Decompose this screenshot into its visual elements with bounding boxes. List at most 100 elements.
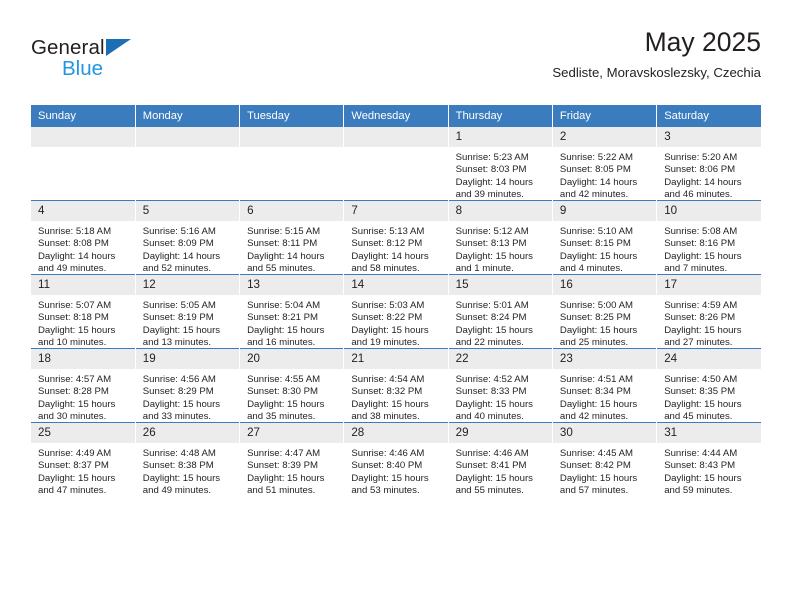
daylight-text: Daylight: 15 hours and 7 minutes. — [664, 250, 742, 275]
daylight-text: Daylight: 15 hours and 22 minutes. — [455, 324, 533, 349]
daylight-text: Daylight: 15 hours and 27 minutes. — [664, 324, 742, 349]
calendar-day-cell[interactable]: 1 Sunrise: 5:23 AM Sunset: 8:03 PM Daylight… — [448, 127, 553, 201]
sunset-text: Sunset: 8:29 PM — [142, 386, 214, 398]
day-cell: 1 Sunrise: 5:23 AM Sunset: 8:03 PM Daylight… — [448, 127, 552, 201]
calendar-week-row: 25 Sunrise: 4:49 AM Sunset: 8:37 PM Dayligh… — [31, 422, 761, 498]
sunset-text: Sunset: 8:42 PM — [559, 460, 631, 472]
day-number: 21 — [344, 349, 448, 369]
sunrise-text: Sunrise: 5:03 AM — [351, 300, 425, 311]
calendar-day-cell[interactable]: 2 Sunrise: 5:22 AM Sunset: 8:05 PM Daylight… — [552, 127, 658, 201]
calendar-day-cell[interactable]: 15 Sunrise: 5:01 AM Sunset: 8:24 PM Dayligh… — [448, 274, 553, 349]
daylight-text: Daylight: 14 hours and 42 minutes. — [559, 176, 638, 201]
sunset-text: Sunset: 8:15 PM — [559, 238, 631, 250]
daylight-text: Daylight: 15 hours and 19 minutes. — [351, 324, 429, 349]
daylight-text: Daylight: 15 hours and 13 minutes. — [142, 324, 221, 349]
calendar-day-cell[interactable]: 31 Sunrise: 4:44 AM Sunset: 8:43 PM Dayligh… — [656, 422, 761, 496]
sunrise-text: Sunrise: 5:13 AM — [351, 226, 425, 237]
day-details: Sunrise: 5:08 AM Sunset: 8:16 PM Daylight:… — [657, 221, 761, 276]
day-cell: 27 Sunrise: 4:47 AM Sunset: 8:39 PM Dayligh… — [240, 423, 344, 496]
calendar-day-cell[interactable]: 6 Sunrise: 5:15 AM Sunset: 8:11 PM Daylight… — [239, 200, 345, 275]
sunset-text: Sunset: 8:28 PM — [38, 386, 109, 398]
day-cell: 17 Sunrise: 4:59 AM Sunset: 8:26 PM Dayligh… — [657, 275, 761, 348]
calendar-day-cell[interactable]: 13 Sunrise: 5:04 AM Sunset: 8:21 PM Dayligh… — [239, 274, 345, 349]
calendar-day-cell[interactable]: 28 Sunrise: 4:46 AM Sunset: 8:40 PM Dayligh… — [343, 422, 449, 498]
calendar-page: General Blue May 2025 Sedliste, Moravsko… — [0, 0, 792, 612]
day-number: 27 — [240, 423, 344, 443]
calendar-day-cell[interactable] — [239, 127, 345, 201]
day-number: 7 — [344, 201, 448, 221]
sunrise-text: Sunrise: 5:07 AM — [38, 300, 112, 311]
calendar-week-row: 4 Sunrise: 5:18 AM Sunset: 8:08 PM Daylight… — [31, 200, 761, 276]
generalblue-logo[interactable]: General Blue — [31, 36, 211, 82]
calendar-day-cell[interactable]: 25 Sunrise: 4:49 AM Sunset: 8:37 PM Dayligh… — [31, 422, 136, 497]
daylight-text: Daylight: 14 hours and 39 minutes. — [455, 176, 533, 201]
calendar-day-cell[interactable]: 11 Sunrise: 5:07 AM Sunset: 8:18 PM Dayligh… — [31, 274, 136, 349]
day-number: 5 — [135, 201, 240, 221]
day-details: Sunrise: 4:59 AM Sunset: 8:26 PM Daylight:… — [657, 295, 761, 350]
calendar-day-cell[interactable]: 20 Sunrise: 4:55 AM Sunset: 8:30 PM Dayligh… — [239, 348, 345, 423]
day-cell: 5 Sunrise: 5:16 AM Sunset: 8:09 PM Daylight… — [135, 201, 240, 275]
sunset-text: Sunset: 8:35 PM — [664, 386, 736, 398]
calendar-day-cell[interactable]: 19 Sunrise: 4:56 AM Sunset: 8:29 PM Dayligh… — [135, 348, 241, 423]
sunset-text: Sunset: 8:08 PM — [38, 238, 109, 250]
sunrise-text: Sunrise: 5:08 AM — [664, 226, 738, 237]
calendar-day-cell[interactable]: 29 Sunrise: 4:46 AM Sunset: 8:41 PM Dayligh… — [448, 422, 553, 498]
day-details: Sunrise: 4:46 AM Sunset: 8:41 PM Daylight:… — [449, 443, 552, 498]
sunrise-text: Sunrise: 5:15 AM — [247, 226, 321, 237]
calendar-day-cell[interactable]: 7 Sunrise: 5:13 AM Sunset: 8:12 PM Daylight… — [343, 200, 449, 275]
calendar-day-cell[interactable] — [135, 127, 241, 201]
weekday-header-wednesday: Wednesday — [343, 105, 449, 127]
day-number: 19 — [135, 349, 240, 369]
calendar-day-cell[interactable]: 30 Sunrise: 4:45 AM Sunset: 8:42 PM Dayligh… — [552, 422, 658, 496]
day-number: 24 — [657, 349, 761, 369]
day-number: 17 — [657, 275, 761, 295]
daylight-text: Daylight: 15 hours and 42 minutes. — [559, 398, 638, 423]
calendar-day-cell[interactable]: 23 Sunrise: 4:51 AM Sunset: 8:34 PM Dayligh… — [552, 348, 658, 423]
calendar-day-cell[interactable]: 16 Sunrise: 5:00 AM Sunset: 8:25 PM Dayligh… — [552, 274, 658, 349]
day-number — [344, 127, 448, 147]
weekday-header-thursday: Thursday — [448, 105, 553, 127]
daylight-text: Daylight: 15 hours and 45 minutes. — [664, 398, 742, 423]
calendar-day-cell[interactable]: 4 Sunrise: 5:18 AM Sunset: 8:08 PM Daylight… — [31, 200, 136, 275]
calendar-day-cell[interactable]: 5 Sunrise: 5:16 AM Sunset: 8:09 PM Daylight… — [135, 200, 241, 275]
calendar-day-cell[interactable] — [343, 127, 449, 201]
day-number: 9 — [552, 201, 657, 221]
calendar-day-cell[interactable] — [31, 127, 136, 201]
sunrise-text: Sunrise: 5:22 AM — [559, 152, 633, 163]
daylight-text: Daylight: 15 hours and 38 minutes. — [351, 398, 429, 423]
calendar-day-cell[interactable]: 8 Sunrise: 5:12 AM Sunset: 8:13 PM Daylight… — [448, 200, 553, 276]
calendar-day-cell[interactable]: 12 Sunrise: 5:05 AM Sunset: 8:19 PM Dayligh… — [135, 274, 241, 349]
day-details: Sunrise: 4:46 AM Sunset: 8:40 PM Daylight:… — [344, 443, 447, 498]
daylight-text: Daylight: 15 hours and 47 minutes. — [38, 472, 116, 497]
calendar-day-cell[interactable]: 17 Sunrise: 4:59 AM Sunset: 8:26 PM Dayligh… — [656, 274, 761, 349]
calendar-day-cell[interactable]: 27 Sunrise: 4:47 AM Sunset: 8:39 PM Dayligh… — [239, 422, 345, 496]
page-header: General Blue May 2025 Sedliste, Moravsko… — [31, 28, 761, 100]
sunset-text: Sunset: 8:22 PM — [351, 312, 423, 324]
calendar-day-cell[interactable]: 24 Sunrise: 4:50 AM Sunset: 8:35 PM Dayligh… — [656, 348, 761, 423]
calendar-day-cell[interactable]: 26 Sunrise: 4:48 AM Sunset: 8:38 PM Dayligh… — [135, 422, 241, 496]
day-number: 26 — [135, 423, 240, 443]
calendar-day-cell[interactable]: 21 Sunrise: 4:54 AM Sunset: 8:32 PM Dayligh… — [343, 348, 449, 424]
sunset-text: Sunset: 8:13 PM — [455, 238, 527, 250]
calendar-day-cell[interactable]: 10 Sunrise: 5:08 AM Sunset: 8:16 PM Dayligh… — [656, 200, 761, 276]
calendar-day-cell[interactable]: 9 Sunrise: 5:10 AM Sunset: 8:15 PM Daylight… — [552, 200, 658, 275]
day-details: Sunrise: 4:54 AM Sunset: 8:32 PM Daylight:… — [344, 369, 447, 424]
calendar-day-cell[interactable]: 3 Sunrise: 5:20 AM Sunset: 8:06 PM Daylight… — [656, 127, 761, 201]
sunrise-text: Sunrise: 4:56 AM — [142, 374, 216, 385]
weekday-header-sunday: Sunday — [31, 105, 136, 127]
day-details: Sunrise: 5:12 AM Sunset: 8:13 PM Daylight:… — [449, 221, 552, 276]
calendar-day-cell[interactable]: 14 Sunrise: 5:03 AM Sunset: 8:22 PM Dayligh… — [343, 274, 449, 349]
day-number: 11 — [31, 275, 135, 295]
sunset-text: Sunset: 8:12 PM — [351, 238, 423, 250]
daylight-text: Daylight: 14 hours and 52 minutes. — [142, 250, 221, 275]
daylight-text: Daylight: 14 hours and 46 minutes. — [664, 176, 742, 201]
calendar-day-cell[interactable]: 22 Sunrise: 4:52 AM Sunset: 8:33 PM Dayligh… — [448, 348, 553, 423]
day-cell: 6 Sunrise: 5:15 AM Sunset: 8:11 PM Daylight… — [240, 201, 344, 275]
calendar-day-cell[interactable]: 18 Sunrise: 4:57 AM Sunset: 8:28 PM Dayligh… — [31, 348, 136, 423]
sunrise-text: Sunrise: 4:57 AM — [38, 374, 112, 385]
sunset-text: Sunset: 8:40 PM — [351, 460, 423, 472]
daylight-text: Daylight: 14 hours and 55 minutes. — [247, 250, 325, 275]
sunrise-text: Sunrise: 5:16 AM — [142, 226, 216, 237]
sunset-text: Sunset: 8:41 PM — [455, 460, 527, 472]
sunrise-text: Sunrise: 4:51 AM — [559, 374, 633, 385]
